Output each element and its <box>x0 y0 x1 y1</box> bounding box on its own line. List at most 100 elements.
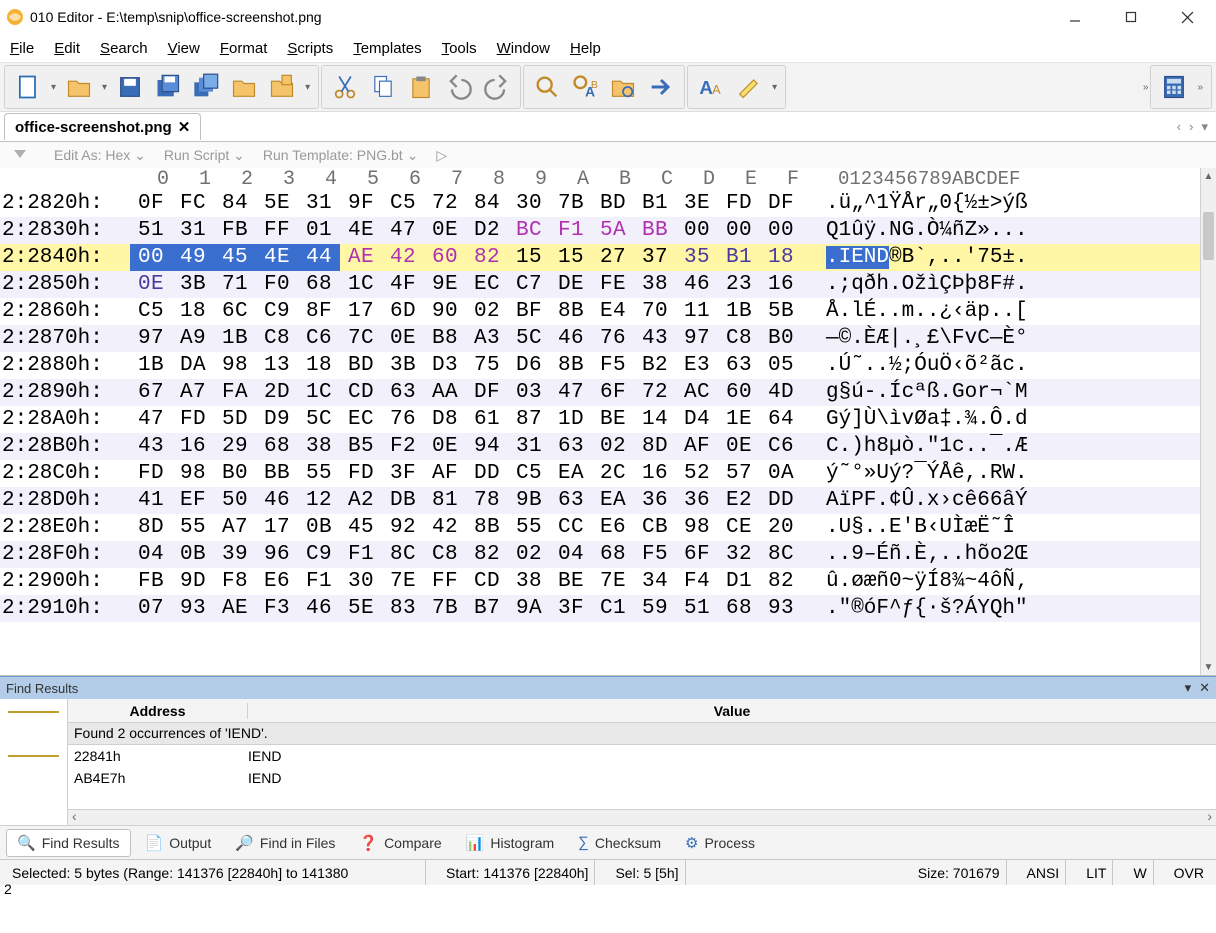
hex-byte[interactable]: 18 <box>298 352 340 379</box>
hex-ascii[interactable]: —©.ÈÆ|.¸£\FvC—È° <box>826 325 1086 352</box>
hex-byte[interactable]: 8B <box>550 298 592 325</box>
copy-icon[interactable] <box>368 72 398 102</box>
hex-byte[interactable]: 0E <box>424 217 466 244</box>
save-icon[interactable] <box>115 72 145 102</box>
hex-byte[interactable]: 98 <box>676 514 718 541</box>
hex-byte[interactable]: CB <box>634 514 676 541</box>
hex-byte[interactable]: A2 <box>340 487 382 514</box>
hex-byte[interactable]: 87 <box>508 406 550 433</box>
hex-byte[interactable]: 38 <box>634 271 676 298</box>
hex-byte[interactable]: 61 <box>466 406 508 433</box>
hex-ascii[interactable]: .Ú˜..½;ÓuÖ‹õ²ãc. <box>826 352 1086 379</box>
hex-byte[interactable]: 41 <box>130 487 172 514</box>
hex-byte[interactable]: BC <box>508 217 550 244</box>
hex-byte[interactable]: 5A <box>592 217 634 244</box>
hex-byte[interactable]: 78 <box>466 487 508 514</box>
hex-byte[interactable]: 82 <box>760 568 802 595</box>
hex-byte[interactable]: B0 <box>760 325 802 352</box>
hex-byte[interactable]: 68 <box>256 433 298 460</box>
hex-byte[interactable]: 67 <box>130 379 172 406</box>
hex-byte[interactable]: 59 <box>634 595 676 622</box>
col-address[interactable]: Address <box>68 703 248 719</box>
hex-byte[interactable]: D1 <box>718 568 760 595</box>
hex-byte[interactable]: 84 <box>214 190 256 217</box>
hex-byte[interactable]: 8B <box>466 514 508 541</box>
hex-byte[interactable]: 82 <box>466 244 508 271</box>
hex-byte[interactable]: BB <box>634 217 676 244</box>
status-encoding[interactable]: ANSI <box>1021 860 1067 885</box>
hex-byte[interactable]: 4F <box>382 271 424 298</box>
hex-byte[interactable]: C8 <box>718 325 760 352</box>
hex-byte[interactable]: 0B <box>172 541 214 568</box>
hex-byte[interactable]: 04 <box>550 541 592 568</box>
hex-byte[interactable]: C8 <box>424 541 466 568</box>
undo-icon[interactable] <box>444 72 474 102</box>
hex-byte[interactable]: AC <box>676 379 718 406</box>
hex-row[interactable]: 2:28E0h:8D55A7170B4592428B55CCE6CB98CE20… <box>0 514 1200 541</box>
hex-byte[interactable]: 7B <box>424 595 466 622</box>
hex-byte[interactable]: 93 <box>172 595 214 622</box>
hex-byte[interactable]: 51 <box>130 217 172 244</box>
bottom-tab-find-in-files[interactable]: 🔎Find in Files <box>225 830 345 856</box>
hex-byte[interactable]: FD <box>130 460 172 487</box>
open-special-icon[interactable] <box>267 72 297 102</box>
hex-byte[interactable]: 05 <box>760 352 802 379</box>
hex-byte[interactable]: 9F <box>340 190 382 217</box>
hex-byte[interactable]: 7E <box>382 568 424 595</box>
hex-byte[interactable]: A9 <box>172 325 214 352</box>
hex-byte[interactable]: 46 <box>676 271 718 298</box>
hex-byte[interactable]: D2 <box>466 217 508 244</box>
hex-byte[interactable]: AE <box>214 595 256 622</box>
hex-byte[interactable]: 36 <box>634 487 676 514</box>
hex-byte[interactable]: DA <box>172 352 214 379</box>
hex-byte[interactable]: 0B <box>298 514 340 541</box>
hex-byte[interactable]: 9D <box>172 568 214 595</box>
hex-byte[interactable]: 55 <box>298 460 340 487</box>
hex-byte[interactable]: 0E <box>130 271 172 298</box>
hex-byte[interactable]: 45 <box>340 514 382 541</box>
tab-menu-icon[interactable]: ▾ <box>1201 119 1208 135</box>
find-replace-icon[interactable]: AB <box>570 72 600 102</box>
hex-byte[interactable]: 15 <box>508 244 550 271</box>
hex-byte[interactable]: 0E <box>424 433 466 460</box>
hex-byte[interactable]: 5C <box>298 406 340 433</box>
hex-byte[interactable]: F2 <box>382 433 424 460</box>
maximize-button[interactable] <box>1116 5 1146 29</box>
hex-byte[interactable]: 83 <box>382 595 424 622</box>
hex-byte[interactable]: 23 <box>718 271 760 298</box>
hex-byte[interactable]: 27 <box>592 244 634 271</box>
hex-byte[interactable]: 3B <box>172 271 214 298</box>
hex-byte[interactable]: E2 <box>718 487 760 514</box>
hex-row[interactable]: 2:2880h:1BDA981318BD3BD375D68BF5B2E36305… <box>0 352 1200 379</box>
hex-byte[interactable]: 64 <box>760 406 802 433</box>
hex-byte[interactable]: 60 <box>424 244 466 271</box>
hex-byte[interactable]: 63 <box>550 487 592 514</box>
hex-byte[interactable]: 1B <box>214 325 256 352</box>
hex-byte[interactable]: 76 <box>382 406 424 433</box>
hex-ascii[interactable]: .U§..E'B‹UÌæË˜Î <box>826 514 1086 541</box>
hex-byte[interactable]: 55 <box>172 514 214 541</box>
hex-byte[interactable]: 36 <box>676 487 718 514</box>
hex-row[interactable]: 2:28A0h:47FD5DD95CEC76D861871DBE14D41E64… <box>0 406 1200 433</box>
hex-byte[interactable]: FB <box>214 217 256 244</box>
hex-row[interactable]: 2:2850h:0E3B71F0681C4F9EECC7DEFE38462316… <box>0 271 1200 298</box>
hex-byte[interactable]: AF <box>676 433 718 460</box>
hex-byte[interactable]: 75 <box>466 352 508 379</box>
hex-byte[interactable]: 7E <box>592 568 634 595</box>
hex-byte[interactable]: 72 <box>634 379 676 406</box>
hex-byte[interactable]: 14 <box>634 406 676 433</box>
redo-icon[interactable] <box>482 72 512 102</box>
hex-byte[interactable]: EC <box>466 271 508 298</box>
find-result-row[interactable]: AB4E7hIEND <box>68 767 1216 789</box>
hex-byte[interactable]: EF <box>172 487 214 514</box>
hex-byte[interactable]: 0F <box>130 190 172 217</box>
hex-byte[interactable]: 42 <box>382 244 424 271</box>
hex-byte[interactable]: F3 <box>256 595 298 622</box>
font-icon[interactable]: AA <box>696 72 726 102</box>
hex-byte[interactable]: CC <box>550 514 592 541</box>
hex-byte[interactable]: 68 <box>298 271 340 298</box>
hex-byte[interactable]: 6C <box>214 298 256 325</box>
hex-row[interactable]: 2:2900h:FB9DF8E6F1307EFFCD38BE7E34F4D182… <box>0 568 1200 595</box>
hex-byte[interactable]: 71 <box>214 271 256 298</box>
scroll-up-icon[interactable]: ▲ <box>1201 168 1216 184</box>
